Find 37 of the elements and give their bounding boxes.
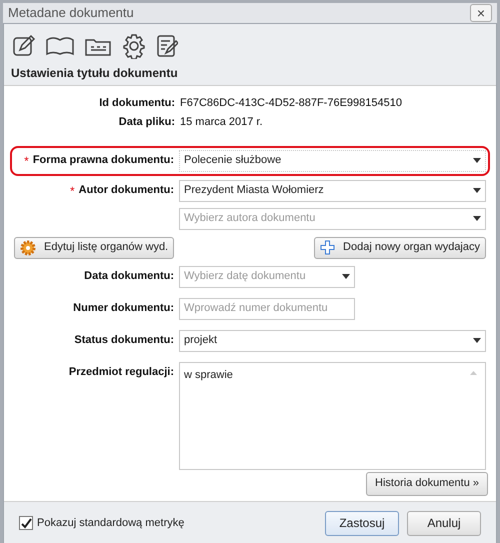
checkbox[interactable] [19, 516, 33, 530]
plus-icon [320, 240, 336, 255]
edit-icon[interactable] [12, 34, 36, 58]
dialog-button[interactable]: Zastosuj [325, 510, 399, 536]
dropdown-caret-icon [473, 216, 481, 221]
add-organ-button[interactable]: Dodaj nowy organ wydajacy [314, 236, 486, 258]
close-button[interactable]: × [470, 4, 492, 22]
text-area[interactable]: w sprawie [179, 362, 486, 470]
window-title: Metadane dokumentu [8, 4, 134, 22]
dropdown-caret-icon [473, 188, 481, 193]
notes-icon[interactable] [156, 34, 178, 58]
dialog-button[interactable]: Anuluj [407, 510, 481, 536]
settings-icon[interactable] [121, 32, 147, 58]
field-label: Forma prawna dokumentu: [32, 153, 174, 168]
gear-icon [20, 240, 36, 256]
dropdown-caret-icon [342, 274, 350, 279]
field-label: Autor dokumentu: [78, 183, 174, 198]
field-label: Numer dokumentu: [73, 301, 174, 316]
history-button[interactable]: Historia dokumentu » [366, 472, 488, 496]
required-mark: * [70, 182, 75, 200]
info-value: 15 marca 2017 r. [180, 114, 263, 130]
required-mark: * [24, 152, 29, 170]
dropdown-field[interactable]: projekt [179, 330, 486, 352]
dropdown-caret-icon [473, 338, 481, 343]
field-label: Data dokumentu: [84, 269, 174, 284]
dropdown-field[interactable]: Prezydent Miasta Wołomierz [179, 180, 486, 202]
field-label: Status dokumentu: [74, 333, 174, 348]
info-value: F67C86DC-413C-4D52-887F-76E998154510 [180, 96, 402, 111]
edit-list-button[interactable]: Edytuj listę organów wyd. [14, 236, 174, 258]
checkmark-icon [20, 518, 32, 528]
dropdown-field[interactable]: Polecenie służbowe [179, 150, 486, 172]
info-label: Data pliku: [118, 114, 176, 130]
field-label: Przedmiot regulacji: [68, 365, 174, 380]
checkbox-label: Pokazuj standardową metrykę [37, 516, 184, 531]
dropdown-caret-icon [473, 158, 481, 163]
scroll-up-icon [470, 370, 477, 374]
info-label: Id dokumentu: [98, 96, 176, 111]
